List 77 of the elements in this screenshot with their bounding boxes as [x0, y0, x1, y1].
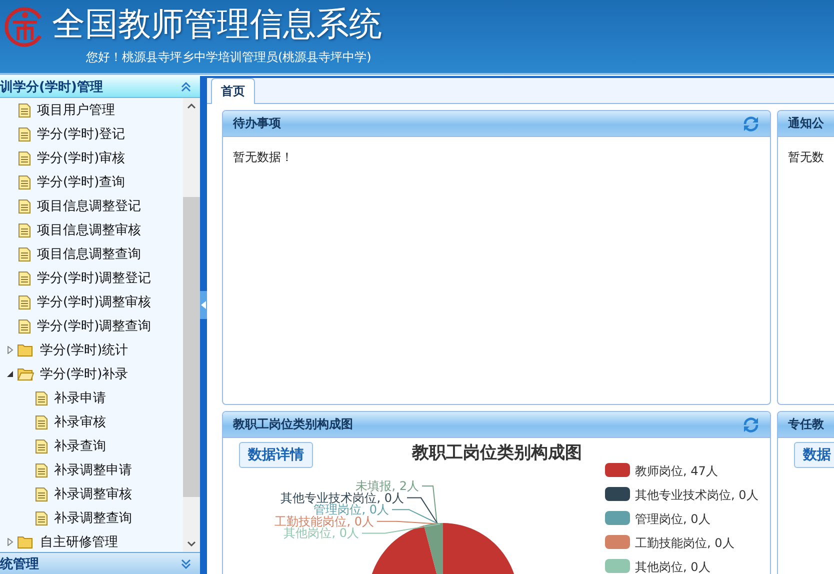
tree-item[interactable]: 学分(学时)审核: [0, 146, 183, 170]
tree-item[interactable]: 学分(学时)调整登记: [0, 266, 183, 290]
legend-swatch[interactable]: [605, 535, 630, 549]
document-icon: [18, 174, 31, 190]
tree-item[interactable]: 补录调整申请: [0, 458, 183, 482]
expand-arrow-icon[interactable]: [6, 538, 14, 546]
legend-swatch[interactable]: [605, 511, 630, 525]
expand-arrow-icon[interactable]: [6, 346, 14, 354]
tree-item[interactable]: 项目用户管理: [0, 98, 183, 122]
collapse-icon[interactable]: [180, 80, 192, 92]
tree-item[interactable]: 补录调整查询: [0, 506, 183, 530]
tree-item[interactable]: 学分(学时)补录: [0, 362, 183, 386]
document-icon: [18, 102, 31, 118]
document-icon: [18, 222, 31, 238]
legend-swatch[interactable]: [605, 487, 630, 501]
document-icon: [18, 318, 31, 334]
scrollbar[interactable]: [183, 98, 200, 552]
document-icon: [35, 390, 48, 406]
tree-item[interactable]: 学分(学时)调整查询: [0, 314, 183, 338]
accordion-header[interactable]: 训学分(学时)管理: [0, 76, 200, 98]
chart-title: 教职工岗位类别构成图: [412, 443, 582, 463]
tree-item[interactable]: 学分(学时)查询: [0, 170, 183, 194]
legend-label[interactable]: 工勤技能岗位, 0人: [635, 536, 734, 550]
panel-title: 教职工岗位类别构成图: [233, 416, 353, 433]
tree-item[interactable]: 学分(学时)统计: [0, 338, 183, 362]
panel-title: 专任教: [788, 416, 824, 433]
document-icon: [35, 414, 48, 430]
tab[interactable]: 首页: [211, 78, 255, 104]
legend-label[interactable]: 其他岗位, 0人: [635, 560, 710, 574]
slice-label: 未填报, 2人: [356, 479, 419, 493]
panel-title: 待办事项: [233, 115, 281, 132]
greeting-text: 您好！桃源县寺坪乡中学培训管理员(桃源县寺坪中学): [86, 49, 372, 66]
document-icon: [18, 198, 31, 214]
document-icon: [18, 150, 31, 166]
data-details-button[interactable]: 数据详情: [239, 442, 313, 468]
data-details-button[interactable]: 数据: [794, 442, 834, 468]
collapse-arrow-icon[interactable]: [6, 370, 14, 378]
legend-label[interactable]: 管理岗位, 0人: [635, 512, 710, 526]
app-title: 全国教师管理信息系统: [52, 4, 382, 44]
tree-item[interactable]: 补录审核: [0, 410, 183, 434]
document-icon: [35, 462, 48, 478]
folder-icon: [17, 343, 34, 357]
accordion-title: 统管理: [0, 556, 39, 572]
document-icon: [18, 246, 31, 262]
panel-title: 通知公: [788, 115, 824, 132]
document-icon: [35, 510, 48, 526]
slice-label: 其他专业技术岗位, 0人: [280, 490, 404, 505]
tree-item[interactable]: 学分(学时)登记: [0, 122, 183, 146]
slice-label: 其他岗位, 0人: [284, 526, 359, 540]
slice-label: 管理岗位, 0人: [314, 502, 389, 517]
accordion-title: 训学分(学时)管理: [0, 78, 103, 96]
legend-label[interactable]: 教师岗位, 47人: [635, 464, 718, 478]
tree-item[interactable]: 补录调整审核: [0, 482, 183, 506]
tree-item[interactable]: 自主研修管理: [0, 530, 183, 552]
empty-message: 暂无数: [787, 149, 825, 166]
document-icon: [18, 270, 31, 286]
folder-icon: [17, 367, 34, 381]
empty-message: 暂无数据！: [232, 149, 294, 166]
folder-icon: [17, 535, 34, 549]
document-icon: [18, 294, 31, 310]
accordion-header[interactable]: 统管理: [0, 552, 200, 574]
document-icon: [35, 486, 48, 502]
tree-item[interactable]: 项目信息调整审核: [0, 218, 183, 242]
tree-item[interactable]: 补录查询: [0, 434, 183, 458]
expand-icon[interactable]: [180, 558, 192, 570]
document-icon: [18, 126, 31, 142]
legend-swatch[interactable]: [605, 559, 630, 573]
tree-item[interactable]: 项目信息调整登记: [0, 194, 183, 218]
slice-label: 工勤技能岗位, 0人: [274, 514, 374, 528]
tree-item[interactable]: 项目信息调整查询: [0, 242, 183, 266]
refresh-icon[interactable]: [742, 416, 760, 434]
legend-label[interactable]: 其他专业技术岗位, 0人: [635, 488, 758, 502]
tree-item[interactable]: 补录申请: [0, 386, 183, 410]
legend-swatch[interactable]: [605, 463, 630, 477]
document-icon: [35, 438, 48, 454]
tree-item[interactable]: 学分(学时)调整审核: [0, 290, 183, 314]
refresh-icon[interactable]: [742, 114, 760, 132]
